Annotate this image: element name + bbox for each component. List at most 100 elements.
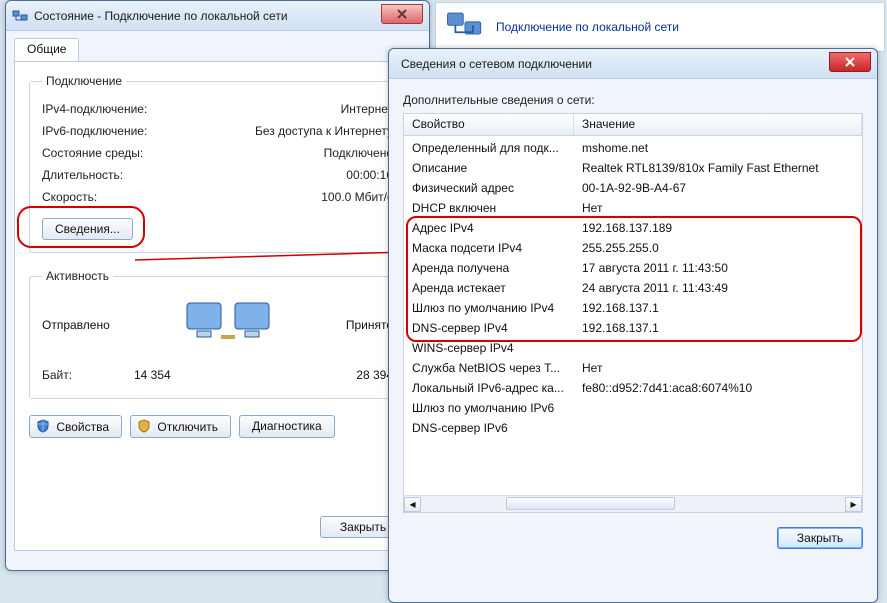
bytes-sent-value: 14 354 xyxy=(72,364,232,386)
shield-icon xyxy=(137,419,151,433)
status-row-value: 00:00:16 xyxy=(346,164,393,186)
details-row[interactable]: ОписаниеRealtek RTL8139/810x Family Fast… xyxy=(404,158,862,178)
details-row[interactable]: Служба NetBIOS через T...Нет xyxy=(404,358,862,378)
details-row-value: 255.255.255.0 xyxy=(574,238,862,258)
status-row: IPv6-подключение: Без доступа к Интернету xyxy=(42,120,393,142)
status-row-label: IPv6-подключение: xyxy=(42,120,147,142)
status-row-label: Состояние среды: xyxy=(42,142,143,164)
status-window-title: Состояние - Подключение по локальной сет… xyxy=(34,9,423,23)
details-close-button-footer[interactable]: Закрыть xyxy=(777,527,863,549)
diagnostics-button[interactable]: Диагностика xyxy=(239,415,335,438)
connection-fieldset: Подключение IPv4-подключение:ИнтернетIPv… xyxy=(29,74,406,253)
details-row-value: 192.168.137.1 xyxy=(574,318,862,338)
activity-recv-label: Принято xyxy=(346,318,393,332)
details-row-property: Определенный для подк... xyxy=(404,138,574,158)
details-row-value: Нет xyxy=(574,198,862,218)
details-grid: Свойство Значение Определенный для подк.… xyxy=(403,113,863,513)
details-row-value: 192.168.137.189 xyxy=(574,218,862,238)
network-connection-item[interactable]: Подключение по локальной сети xyxy=(435,2,885,52)
details-row-value: 24 августа 2011 г. 11:43:49 xyxy=(574,278,862,298)
activity-fieldset: Активность Отправлено Принято Байт: 14 3… xyxy=(29,269,406,399)
status-buttons-row: Свойства Отключить Диагностика xyxy=(29,415,406,438)
status-tabs: Общие xyxy=(14,37,421,61)
details-row-property: DNS-сервер IPv4 xyxy=(404,318,574,338)
details-row-value: 192.168.137.1 xyxy=(574,298,862,318)
details-row[interactable]: Физический адрес00-1A-92-9B-A4-67 xyxy=(404,178,862,198)
details-window: Сведения о сетевом подключении Дополните… xyxy=(388,48,878,603)
details-row-property: Аренда истекает xyxy=(404,278,574,298)
details-row-value: fe80::d952:7d41:aca8:6074%10 xyxy=(574,378,862,398)
details-window-title: Сведения о сетевом подключении xyxy=(395,57,871,71)
details-button[interactable]: Сведения... xyxy=(42,218,133,240)
details-subheader: Дополнительные сведения о сети: xyxy=(403,93,863,107)
details-row-property: Аренда получена xyxy=(404,258,574,278)
details-row-property: WINS-сервер IPv4 xyxy=(404,338,574,358)
details-row[interactable]: Локальный IPv6-адрес ка...fe80::d952:7d4… xyxy=(404,378,862,398)
details-row[interactable]: Адрес IPv4192.168.137.189 xyxy=(404,218,862,238)
status-close-button[interactable] xyxy=(381,4,423,24)
properties-button[interactable]: Свойства xyxy=(29,415,122,438)
status-tab-body: Подключение IPv4-подключение:ИнтернетIPv… xyxy=(14,61,421,551)
status-window: Состояние - Подключение по локальной сет… xyxy=(5,0,430,571)
details-row[interactable]: DNS-сервер IPv6 xyxy=(404,418,862,438)
details-row[interactable]: DNS-сервер IPv4192.168.137.1 xyxy=(404,318,862,338)
status-row: Скорость: 100.0 Мбит/с xyxy=(42,186,393,208)
status-row: IPv4-подключение: Интернет xyxy=(42,98,393,120)
details-row-value xyxy=(574,418,862,438)
scroll-thumb[interactable] xyxy=(506,497,676,510)
details-row[interactable]: Маска подсети IPv4255.255.255.0 xyxy=(404,238,862,258)
disable-button[interactable]: Отключить xyxy=(130,415,231,438)
details-row[interactable]: Определенный для подк...mshome.net xyxy=(404,138,862,158)
activity-computers-icon xyxy=(183,297,273,352)
network-status-icon xyxy=(12,8,28,24)
details-row-property: Физический адрес xyxy=(404,178,574,198)
connection-title: Подключение по локальной сети xyxy=(496,20,679,34)
status-row-label: Скорость: xyxy=(42,186,97,208)
scroll-right-icon[interactable]: ▸ xyxy=(845,497,862,512)
details-row-property: Адрес IPv4 xyxy=(404,218,574,238)
details-row-value xyxy=(574,338,862,358)
col-property[interactable]: Свойство xyxy=(404,114,574,135)
horizontal-scrollbar[interactable]: ◂ ▸ xyxy=(404,495,862,512)
details-row[interactable]: WINS-сервер IPv4 xyxy=(404,338,862,358)
details-row-property: Служба NetBIOS через T... xyxy=(404,358,574,378)
connection-legend: Подключение xyxy=(42,74,126,88)
shield-icon xyxy=(36,419,50,433)
status-row: Состояние среды: Подключено xyxy=(42,142,393,164)
details-row-value: mshome.net xyxy=(574,138,862,158)
col-value[interactable]: Значение xyxy=(574,114,862,135)
details-row[interactable]: Шлюз по умолчанию IPv6 xyxy=(404,398,862,418)
status-row-label: IPv4-подключение: xyxy=(42,98,147,120)
activity-legend: Активность xyxy=(42,269,113,283)
details-row-property: Маска подсети IPv4 xyxy=(404,238,574,258)
status-row: Длительность: 00:00:16 xyxy=(42,164,393,186)
status-row-value: Интернет xyxy=(341,98,393,120)
status-row-value: Подключено xyxy=(324,142,393,164)
details-row[interactable]: Аренда получена17 августа 2011 г. 11:43:… xyxy=(404,258,862,278)
details-row-value: Нет xyxy=(574,358,862,378)
tab-general[interactable]: Общие xyxy=(14,38,79,62)
details-row-property: Шлюз по умолчанию IPv4 xyxy=(404,298,574,318)
status-titlebar[interactable]: Состояние - Подключение по локальной сет… xyxy=(6,1,429,31)
details-close-button[interactable] xyxy=(829,52,871,72)
details-row-value: 00-1A-92-9B-A4-67 xyxy=(574,178,862,198)
scroll-track[interactable] xyxy=(421,497,845,512)
network-icon xyxy=(444,6,486,48)
details-row-value: Realtek RTL8139/810x Family Fast Etherne… xyxy=(574,158,862,178)
details-row-value xyxy=(574,398,862,418)
details-titlebar[interactable]: Сведения о сетевом подключении xyxy=(389,49,877,79)
activity-sent-label: Отправлено xyxy=(42,318,110,332)
status-row-label: Длительность: xyxy=(42,164,123,186)
details-row-property: Описание xyxy=(404,158,574,178)
details-row-property: DHCP включен xyxy=(404,198,574,218)
details-row-property: Локальный IPv6-адрес ка... xyxy=(404,378,574,398)
status-row-value: Без доступа к Интернету xyxy=(255,120,393,142)
details-row[interactable]: DHCP включенНет xyxy=(404,198,862,218)
details-row[interactable]: Шлюз по умолчанию IPv4192.168.137.1 xyxy=(404,298,862,318)
status-row-value: 100.0 Мбит/с xyxy=(321,186,393,208)
scroll-left-icon[interactable]: ◂ xyxy=(404,497,421,512)
details-row-property: Шлюз по умолчанию IPv6 xyxy=(404,398,574,418)
bytes-label: Байт: xyxy=(42,364,72,386)
details-row-property: DNS-сервер IPv6 xyxy=(404,418,574,438)
details-row[interactable]: Аренда истекает24 августа 2011 г. 11:43:… xyxy=(404,278,862,298)
